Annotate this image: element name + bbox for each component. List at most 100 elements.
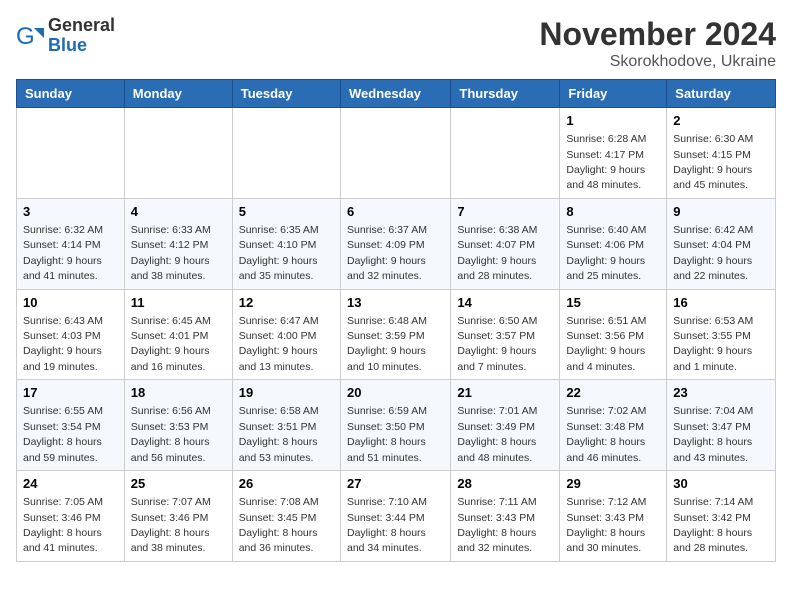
day-number: 16 (673, 294, 769, 312)
daylight-text: Daylight: 8 hours and 41 minutes. (23, 527, 102, 554)
sunset-text: Sunset: 4:06 PM (566, 239, 644, 251)
month-title: November 2024 (539, 16, 776, 53)
location: Skorokhodove, Ukraine (539, 53, 776, 71)
sunset-text: Sunset: 3:43 PM (457, 512, 535, 524)
daylight-text: Daylight: 9 hours and 16 minutes. (131, 345, 210, 372)
empty-day-cell (451, 108, 560, 199)
day-cell: 10 Sunrise: 6:43 AM Sunset: 4:03 PM Dayl… (17, 289, 125, 380)
day-number: 23 (673, 384, 769, 402)
day-cell: 3 Sunrise: 6:32 AM Sunset: 4:14 PM Dayli… (17, 198, 125, 289)
daylight-text: Daylight: 8 hours and 59 minutes. (23, 436, 102, 463)
title-area: November 2024 Skorokhodove, Ukraine (539, 16, 776, 71)
daylight-text: Daylight: 8 hours and 51 minutes. (347, 436, 426, 463)
day-cell: 9 Sunrise: 6:42 AM Sunset: 4:04 PM Dayli… (667, 198, 776, 289)
day-cell: 13 Sunrise: 6:48 AM Sunset: 3:59 PM Dayl… (340, 289, 450, 380)
daylight-text: Daylight: 9 hours and 28 minutes. (457, 255, 536, 282)
day-number: 20 (347, 384, 444, 402)
sunrise-text: Sunrise: 7:10 AM (347, 496, 427, 508)
day-cell: 20 Sunrise: 6:59 AM Sunset: 3:50 PM Dayl… (340, 380, 450, 471)
sunset-text: Sunset: 3:46 PM (131, 512, 209, 524)
sunrise-text: Sunrise: 6:28 AM (566, 133, 646, 145)
sunset-text: Sunset: 4:00 PM (239, 330, 317, 342)
daylight-text: Daylight: 9 hours and 19 minutes. (23, 345, 102, 372)
daylight-text: Daylight: 9 hours and 22 minutes. (673, 255, 752, 282)
sunrise-text: Sunrise: 6:48 AM (347, 315, 427, 327)
sunrise-text: Sunrise: 6:56 AM (131, 405, 211, 417)
sunrise-text: Sunrise: 7:07 AM (131, 496, 211, 508)
daylight-text: Daylight: 8 hours and 38 minutes. (131, 527, 210, 554)
sunrise-text: Sunrise: 6:43 AM (23, 315, 103, 327)
day-number: 5 (239, 203, 334, 221)
empty-day-cell (17, 108, 125, 199)
sunrise-text: Sunrise: 6:35 AM (239, 224, 319, 236)
daylight-text: Daylight: 9 hours and 13 minutes. (239, 345, 318, 372)
day-number: 24 (23, 475, 118, 493)
calendar-week-row: 3 Sunrise: 6:32 AM Sunset: 4:14 PM Dayli… (17, 198, 776, 289)
day-cell: 8 Sunrise: 6:40 AM Sunset: 4:06 PM Dayli… (560, 198, 667, 289)
daylight-text: Daylight: 8 hours and 36 minutes. (239, 527, 318, 554)
sunset-text: Sunset: 3:47 PM (673, 421, 751, 433)
day-cell: 15 Sunrise: 6:51 AM Sunset: 3:56 PM Dayl… (560, 289, 667, 380)
calendar-week-row: 24 Sunrise: 7:05 AM Sunset: 3:46 PM Dayl… (17, 471, 776, 562)
day-number: 18 (131, 384, 226, 402)
sunrise-text: Sunrise: 6:53 AM (673, 315, 753, 327)
daylight-text: Daylight: 9 hours and 48 minutes. (566, 164, 645, 191)
sunrise-text: Sunrise: 6:40 AM (566, 224, 646, 236)
day-cell: 16 Sunrise: 6:53 AM Sunset: 3:55 PM Dayl… (667, 289, 776, 380)
day-number: 12 (239, 294, 334, 312)
daylight-text: Daylight: 9 hours and 25 minutes. (566, 255, 645, 282)
day-number: 1 (566, 112, 660, 130)
weekday-header: Sunday (17, 80, 125, 108)
sunrise-text: Sunrise: 6:38 AM (457, 224, 537, 236)
day-cell: 4 Sunrise: 6:33 AM Sunset: 4:12 PM Dayli… (124, 198, 232, 289)
sunset-text: Sunset: 4:17 PM (566, 149, 644, 161)
sunset-text: Sunset: 3:53 PM (131, 421, 209, 433)
sunset-text: Sunset: 4:04 PM (673, 239, 751, 251)
day-number: 17 (23, 384, 118, 402)
daylight-text: Daylight: 8 hours and 43 minutes. (673, 436, 752, 463)
sunset-text: Sunset: 4:14 PM (23, 239, 101, 251)
sunset-text: Sunset: 4:12 PM (131, 239, 209, 251)
sunrise-text: Sunrise: 7:08 AM (239, 496, 319, 508)
day-number: 30 (673, 475, 769, 493)
day-number: 10 (23, 294, 118, 312)
day-number: 27 (347, 475, 444, 493)
day-number: 26 (239, 475, 334, 493)
day-cell: 7 Sunrise: 6:38 AM Sunset: 4:07 PM Dayli… (451, 198, 560, 289)
day-number: 21 (457, 384, 553, 402)
sunset-text: Sunset: 3:45 PM (239, 512, 317, 524)
sunset-text: Sunset: 3:55 PM (673, 330, 751, 342)
day-number: 29 (566, 475, 660, 493)
sunset-text: Sunset: 3:54 PM (23, 421, 101, 433)
weekday-header: Wednesday (340, 80, 450, 108)
weekday-header: Friday (560, 80, 667, 108)
day-cell: 18 Sunrise: 6:56 AM Sunset: 3:53 PM Dayl… (124, 380, 232, 471)
weekday-header-row: SundayMondayTuesdayWednesdayThursdayFrid… (17, 80, 776, 108)
sunset-text: Sunset: 4:15 PM (673, 149, 751, 161)
daylight-text: Daylight: 9 hours and 35 minutes. (239, 255, 318, 282)
sunset-text: Sunset: 3:44 PM (347, 512, 425, 524)
daylight-text: Daylight: 9 hours and 32 minutes. (347, 255, 426, 282)
day-cell: 6 Sunrise: 6:37 AM Sunset: 4:09 PM Dayli… (340, 198, 450, 289)
sunrise-text: Sunrise: 6:51 AM (566, 315, 646, 327)
empty-day-cell (340, 108, 450, 199)
sunrise-text: Sunrise: 7:14 AM (673, 496, 753, 508)
weekday-header: Saturday (667, 80, 776, 108)
day-number: 22 (566, 384, 660, 402)
sunset-text: Sunset: 3:57 PM (457, 330, 535, 342)
daylight-text: Daylight: 8 hours and 34 minutes. (347, 527, 426, 554)
sunrise-text: Sunrise: 7:01 AM (457, 405, 537, 417)
sunrise-text: Sunrise: 6:50 AM (457, 315, 537, 327)
daylight-text: Daylight: 8 hours and 28 minutes. (673, 527, 752, 554)
sunrise-text: Sunrise: 6:33 AM (131, 224, 211, 236)
sunrise-text: Sunrise: 7:02 AM (566, 405, 646, 417)
day-cell: 24 Sunrise: 7:05 AM Sunset: 3:46 PM Dayl… (17, 471, 125, 562)
calendar-week-row: 17 Sunrise: 6:55 AM Sunset: 3:54 PM Dayl… (17, 380, 776, 471)
day-cell: 30 Sunrise: 7:14 AM Sunset: 3:42 PM Dayl… (667, 471, 776, 562)
daylight-text: Daylight: 9 hours and 7 minutes. (457, 345, 536, 372)
day-cell: 2 Sunrise: 6:30 AM Sunset: 4:15 PM Dayli… (667, 108, 776, 199)
day-cell: 27 Sunrise: 7:10 AM Sunset: 3:44 PM Dayl… (340, 471, 450, 562)
day-number: 14 (457, 294, 553, 312)
sunset-text: Sunset: 4:01 PM (131, 330, 209, 342)
empty-day-cell (232, 108, 340, 199)
